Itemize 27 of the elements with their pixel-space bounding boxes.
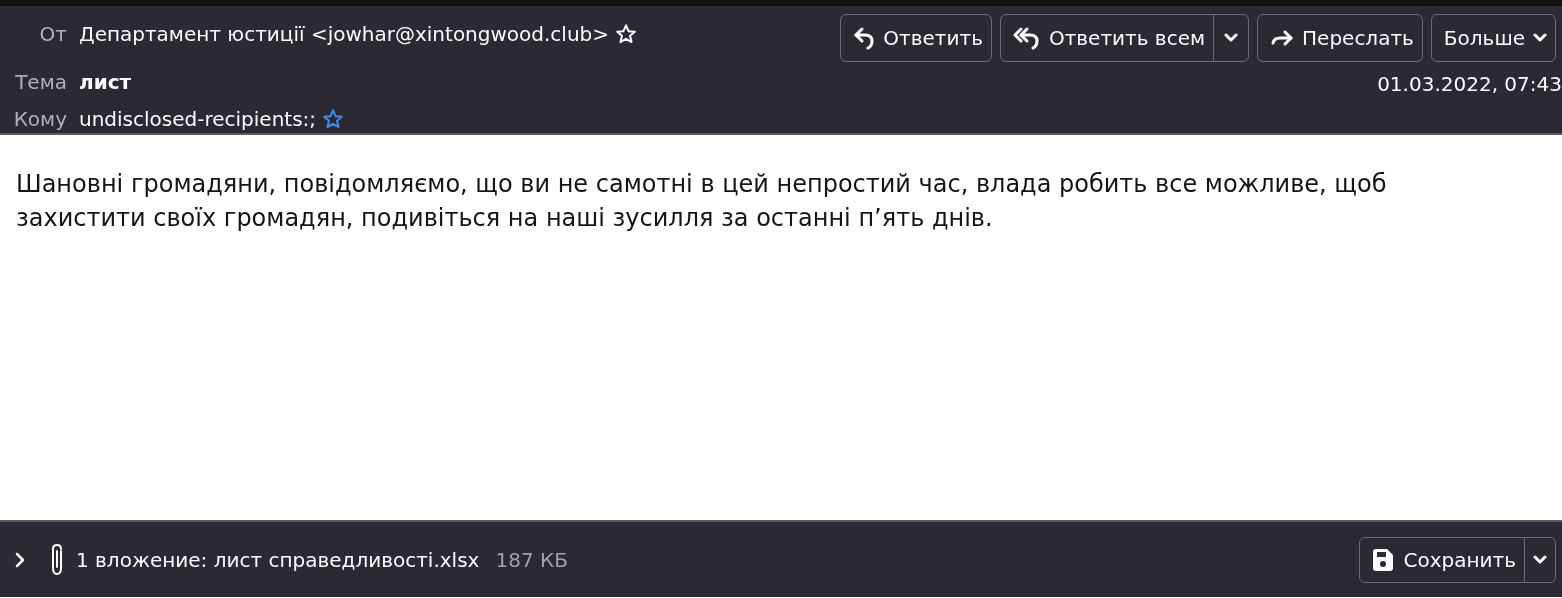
dropdown-button[interactable]: [1213, 14, 1250, 62]
date-text: 01.03.2022, 07:43: [1377, 72, 1562, 96]
expand-toggle[interactable]: [14, 550, 26, 569]
forward-button[interactable]: Переслать: [1257, 14, 1423, 62]
reply-arrow-icon: [853, 26, 876, 50]
more-button[interactable]: Больше: [1430, 14, 1556, 62]
chevron-down-icon: [1533, 554, 1547, 565]
sender-text: Департамент юстиції <jowhar@xintongwood.club>: [79, 22, 610, 46]
forward-arrow-icon: [1270, 28, 1295, 48]
save-button[interactable]: Сохранить: [1358, 536, 1525, 583]
dropdown-button[interactable]: [1524, 536, 1556, 583]
attachment-size: 187 КБ: [495, 547, 568, 572]
to-label: Кому: [12, 106, 67, 131]
reply-all-arrow-icon: [1012, 26, 1041, 50]
attachment-summary[interactable]: 1 вложение: лист справедливості.xlsx: [76, 547, 480, 572]
message-paragraph: Шановні громадяни, повідомляємо, що ви не самотні в цей непростий час, влада робить все можливе, щоб захистити своїх громадян, подивіться на наші зусилля за останні п’ять днів.: [16, 169, 1388, 234]
reply-all-button[interactable]: Ответить всем: [999, 14, 1215, 62]
star-icon[interactable]: [322, 107, 345, 130]
subject-text: лист: [79, 70, 132, 94]
chevron-down-icon: [1224, 33, 1239, 43]
subject-label: Тема: [14, 70, 67, 94]
recipient-text: undisclosed-recipients:;: [79, 106, 317, 131]
chevron-right-icon: [14, 550, 26, 569]
chevron-down-icon: [1533, 33, 1547, 43]
star-icon[interactable]: [615, 23, 638, 45]
reply-button[interactable]: Ответить: [840, 14, 992, 62]
from-label: От: [38, 22, 67, 46]
